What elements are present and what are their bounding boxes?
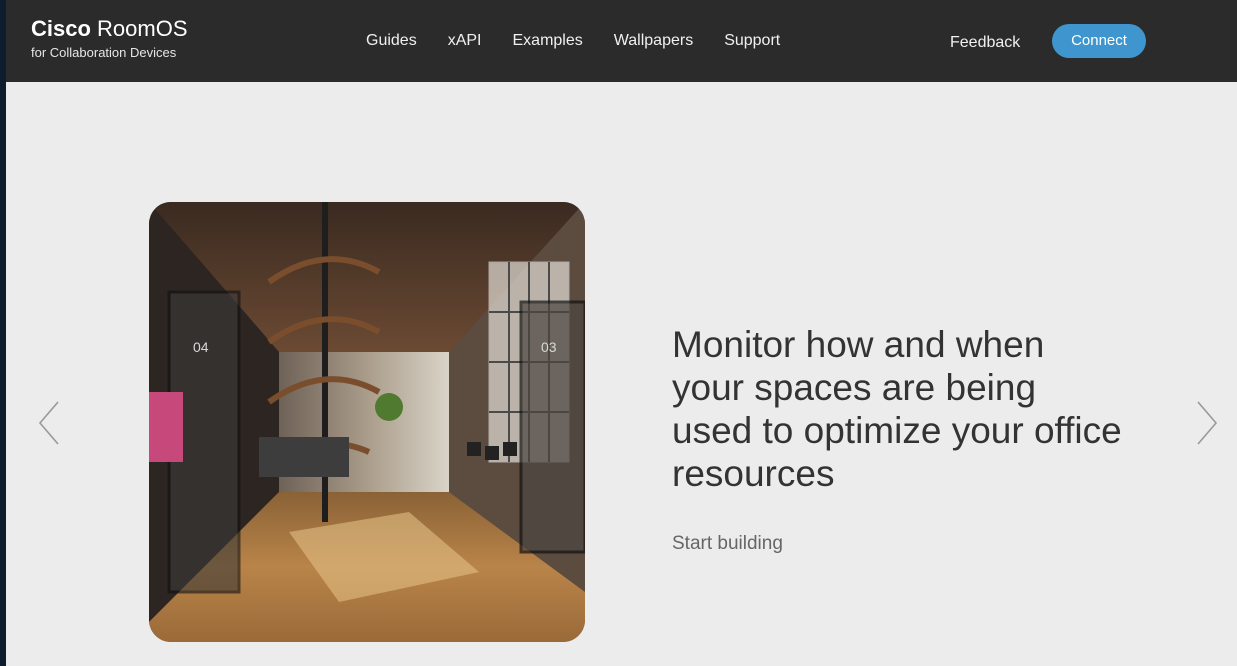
carousel-next-button[interactable] <box>1192 398 1222 448</box>
office-interior-illustration: 04 03 <box>149 202 585 642</box>
brand-subtitle: for Collaboration Devices <box>31 45 177 60</box>
brand-name-bold: Cisco <box>31 16 91 41</box>
carousel-prev-button[interactable] <box>36 398 66 448</box>
connect-button[interactable]: Connect <box>1052 24 1146 58</box>
brand-title: Cisco RoomOS <box>31 16 188 42</box>
nav-xapi[interactable]: xAPI <box>448 31 482 51</box>
room-label-04: 04 <box>193 339 209 355</box>
nav-examples[interactable]: Examples <box>513 31 583 51</box>
nav-wallpapers[interactable]: Wallpapers <box>614 31 693 51</box>
hero-headline: Monitor how and when your spaces are bei… <box>672 324 1122 494</box>
nav-guides[interactable]: Guides <box>366 31 417 51</box>
feedback-link[interactable]: Feedback <box>950 33 1020 53</box>
hero-image: 04 03 <box>149 202 585 642</box>
chevron-left-icon <box>38 401 59 445</box>
main-nav: Guides xAPI Examples Wallpapers Support <box>366 31 780 51</box>
brand-logo[interactable]: Cisco RoomOS for Collaboration Devices <box>31 16 188 62</box>
top-navigation: Cisco RoomOS for Collaboration Devices G… <box>6 0 1237 82</box>
nav-support[interactable]: Support <box>724 31 780 51</box>
brand-name-rest: RoomOS <box>90 16 188 41</box>
start-building-link[interactable]: Start building <box>672 533 783 555</box>
chevron-right-icon <box>1197 401 1218 445</box>
room-label-03: 03 <box>541 339 557 355</box>
page: Cisco RoomOS for Collaboration Devices G… <box>6 0 1237 666</box>
